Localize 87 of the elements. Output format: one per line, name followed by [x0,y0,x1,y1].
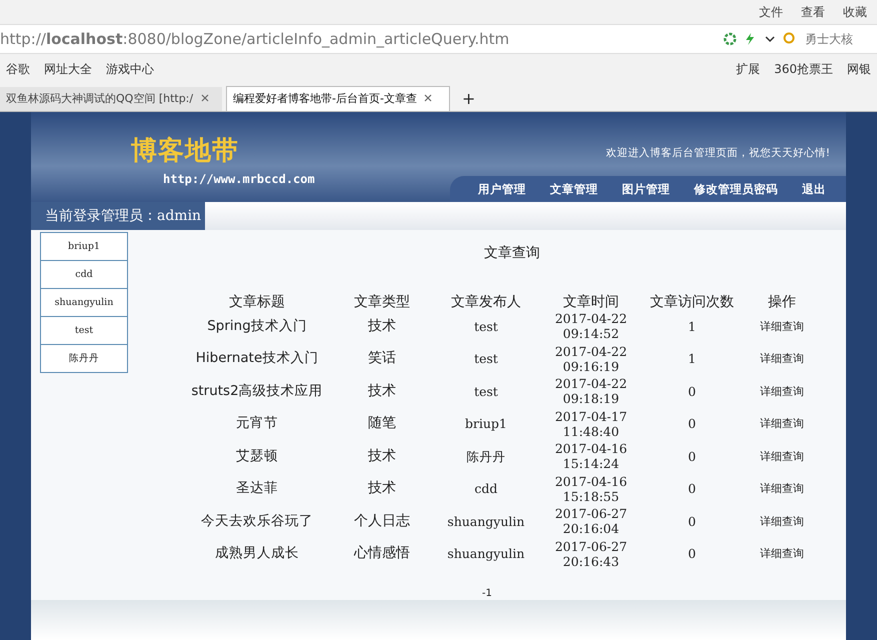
table-cell-text: 随笔 [367,414,397,434]
close-icon[interactable] [424,94,432,102]
table-cell-text: 成熟男人成长 [214,544,300,564]
table-cell-text: 圣达菲 [235,479,279,498]
detail-link[interactable]: 详细查询 [760,352,804,366]
sidebar-item[interactable]: 陈丹丹 [41,345,127,372]
nav-link[interactable]: 用户管理 [466,182,538,196]
detail-link[interactable]: 详细查询 [760,482,804,496]
column-header: 文章发布人 [450,293,522,310]
pagination-text: -1 [482,588,492,599]
table-cell-text: 2017-06-27 20:16:43 [554,538,628,570]
address-field[interactable]: http://localhost:8080/blogZone/articleInfo_admin_articleQuery.htm [0,30,717,48]
table-cell-text: 技术 [367,479,397,498]
column-header: 文章标题 [228,293,286,310]
table-cell-text: 0 [687,512,697,531]
table-cell-text: 技术 [367,316,397,336]
table-cell-text: shuangyulin [446,512,526,531]
detail-link[interactable]: 详细查询 [760,547,804,560]
table-cell-text: 技术 [367,446,397,466]
admin-label: 当前登录管理员：admin [31,202,206,230]
sidebar-item[interactable]: cdd [41,261,127,289]
detail-link[interactable]: 详细查询 [760,320,804,333]
table-cell-text: 2017-04-22 09:18:19 [554,375,628,408]
table-cell-text: 技术 [367,382,397,401]
site-logo: 博客地带 [131,136,240,166]
table-cell-text: 1 [687,350,697,368]
column-header: 文章类型 [353,293,411,310]
detail-link[interactable]: 详细查询 [760,514,804,528]
close-icon[interactable] [200,94,209,102]
nav-link[interactable]: 退出 [790,182,838,196]
menu-item[interactable]: 收藏 [843,4,867,20]
toolbar-link[interactable]: 360抢票王 [774,60,833,78]
bookmark-link[interactable]: 网址大全 [44,60,92,78]
table-cell-text: 2017-04-16 15:14:24 [554,440,628,472]
column-header: 操作 [767,293,797,310]
lightning-icon[interactable] [743,32,757,46]
detail-link[interactable]: 详细查询 [760,417,804,430]
table-cell-text: 心情感悟 [352,544,411,564]
table-cell-text: 个人日志 [353,512,411,531]
table-cell-text: 0 [687,415,697,434]
table-cell-text: 2017-06-27 20:16:04 [554,505,628,538]
table-cell-text: 1 [687,318,697,336]
site-url: http://www.mrbccd.com [162,172,315,186]
new-tab-button[interactable]: + [454,87,484,111]
table-cell-text: 0 [687,545,697,564]
column-header: 文章访问次数 [649,293,735,310]
table-cell-text: struts2高级技术应用 [190,382,324,401]
menu-item[interactable]: 文件 [759,4,783,20]
browser-tab[interactable]: 双鱼林源码大神调试的QQ空间 [http:/ [0,87,222,111]
table-cell-text: 笑话 [367,349,397,368]
nav-link[interactable]: 文章管理 [538,182,610,196]
table-cell-text: 2017-04-16 15:18:55 [554,472,628,505]
browser-tab[interactable]: 编程爱好者博客地带-后台首页-文章查 [226,86,450,111]
nav-link[interactable]: 修改管理员密码 [682,182,790,196]
table-cell-text: 0 [687,382,697,401]
table-cell-text: test [473,382,499,401]
nav-link[interactable]: 图片管理 [610,182,682,196]
table-cell-text: 0 [687,448,697,466]
menu-item[interactable]: 查看 [801,4,825,20]
sidebar-item[interactable]: test [41,317,127,345]
table-cell-text: 2017-04-22 09:16:19 [554,342,628,375]
bookmark-link[interactable]: 谷歌 [6,60,30,78]
table-cell-text: 陈丹丹 [466,448,506,466]
detail-link[interactable]: 详细查询 [760,450,804,463]
table-cell-text: Spring技术入门 [206,316,308,336]
table-cell-text: 今天去欢乐谷玩了 [200,512,314,531]
table-cell-text: Hibernate技术入门 [194,349,320,368]
table-cell-text: test [473,350,499,368]
bookmark-link[interactable]: 游戏中心 [106,60,154,78]
table-title: 文章查询 [484,244,540,262]
table-cell-text: 0 [687,480,697,498]
table-cell-text: briup1 [464,415,508,434]
table-cell-text: 元宵节 [235,414,279,434]
detail-link[interactable]: 详细查询 [760,384,804,398]
toolbar-link[interactable]: 扩展 [736,60,760,78]
refresh-icon[interactable] [723,32,737,46]
table-cell-text: 2017-04-17 11:48:40 [554,408,628,440]
table-cell-text: 2017-04-22 09:14:52 [554,310,628,342]
column-header: 文章时间 [562,293,620,310]
toolbar-link[interactable]: 网银 [847,60,871,78]
sidebar-item[interactable]: briup1 [41,233,127,261]
welcome-text: 欢迎进入博客后台管理页面，祝您天天好心情! [606,146,831,160]
table-cell-text: cdd [473,480,498,498]
sidebar-item[interactable]: shuangyulin [41,289,127,317]
table-cell-text: shuangyulin [446,545,526,564]
table-cell-text: test [473,318,499,336]
table-cell-text: 艾瑟顿 [235,446,279,466]
